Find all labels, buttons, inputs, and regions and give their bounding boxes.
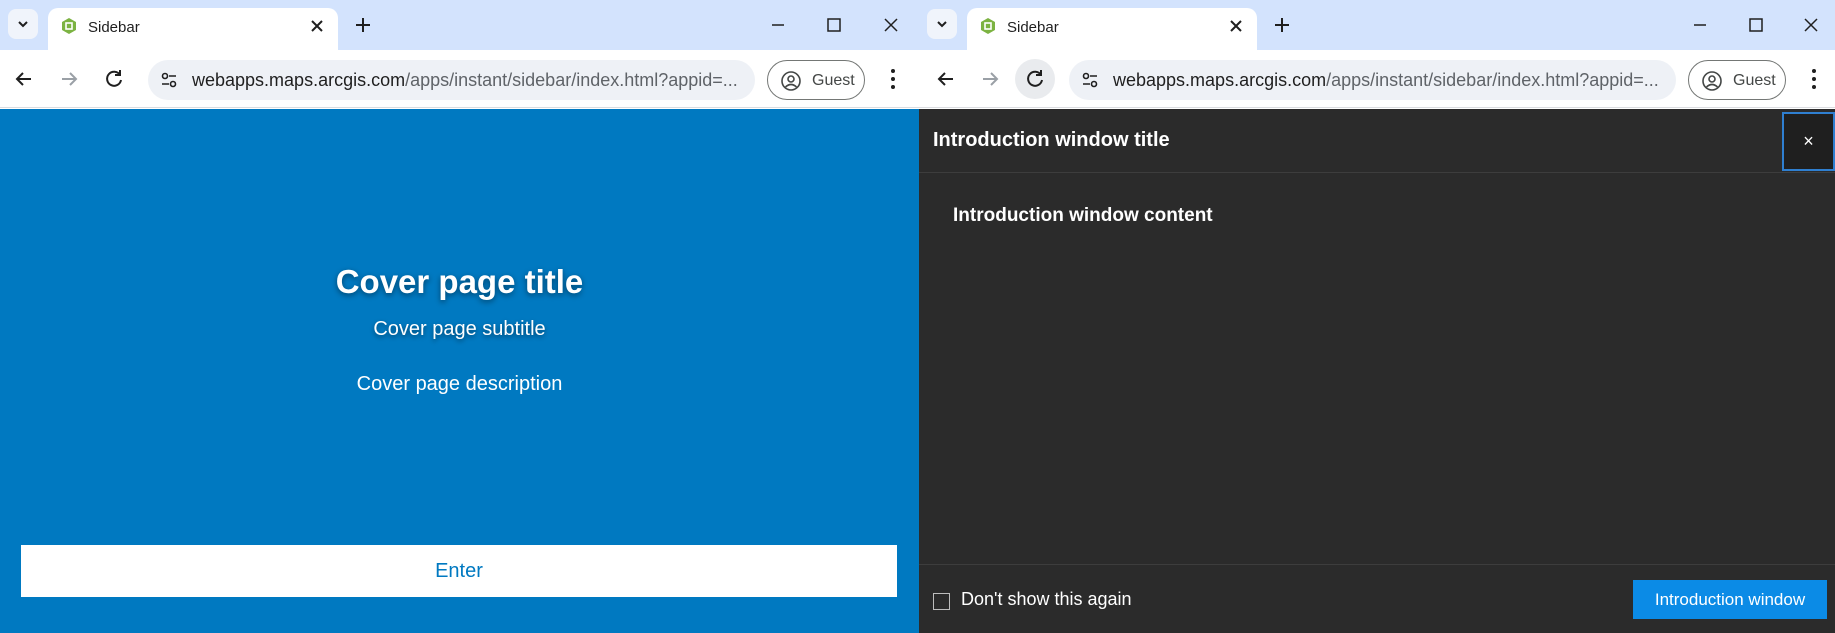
dont-show-again-label[interactable]: Don't show this again <box>961 589 1132 610</box>
enter-button[interactable]: Enter <box>21 545 897 597</box>
url-host: webapps.maps.arcgis.com <box>1113 70 1327 90</box>
browser-toolbar: webapps.maps.arcgis.com/apps/instant/sid… <box>919 50 1835 108</box>
modal-header: Introduction window title × <box>919 109 1835 173</box>
minimize-icon[interactable] <box>1689 14 1711 36</box>
kebab-menu-icon[interactable] <box>889 67 897 91</box>
left-browser-window: Sidebar webapps.maps.arcgis.com/apps/ins… <box>0 0 919 633</box>
url-text: webapps.maps.arcgis.com/apps/instant/sid… <box>192 70 738 91</box>
browser-toolbar: webapps.maps.arcgis.com/apps/instant/sid… <box>0 50 919 108</box>
tab-strip: Sidebar <box>919 0 1835 50</box>
reload-icon[interactable] <box>101 66 127 92</box>
profile-icon <box>1702 71 1722 91</box>
dont-show-again-checkbox[interactable] <box>933 593 950 610</box>
address-bar[interactable]: webapps.maps.arcgis.com/apps/instant/sid… <box>148 60 755 100</box>
url-path: /apps/instant/sidebar/index.html?appid=.… <box>1326 70 1659 90</box>
close-icon: × <box>1803 131 1814 151</box>
profile-label: Guest <box>1733 72 1776 89</box>
cover-page-title: Cover page title <box>335 263 584 300</box>
maximize-icon[interactable] <box>823 14 845 36</box>
chevron-down-icon <box>937 21 947 28</box>
tab-search-button[interactable] <box>8 9 38 39</box>
cover-page-subtitle: Cover page subtitle <box>373 318 546 340</box>
arcgis-favicon <box>981 18 995 34</box>
profile-icon <box>781 71 801 91</box>
tab-sidebar[interactable]: Sidebar <box>967 8 1257 50</box>
tab-sidebar[interactable]: Sidebar <box>48 8 338 50</box>
modal-close-button[interactable]: × <box>1782 112 1835 171</box>
modal-content: Introduction window content <box>953 205 1213 226</box>
site-settings-icon[interactable] <box>1081 71 1099 89</box>
modal-footer: Don't show this again Introduction windo… <box>919 564 1835 633</box>
forward-arrow-icon[interactable] <box>56 66 82 92</box>
profile-label: Guest <box>812 72 855 89</box>
reload-button[interactable] <box>1015 59 1055 99</box>
reload-icon <box>1027 70 1043 87</box>
window-close-icon[interactable] <box>880 14 902 36</box>
forward-arrow-icon[interactable] <box>977 66 1003 92</box>
window-close-icon[interactable] <box>1800 14 1822 36</box>
close-icon[interactable] <box>308 17 326 35</box>
back-arrow-icon[interactable] <box>11 66 37 92</box>
tab-search-button[interactable] <box>927 9 957 39</box>
chevron-down-icon <box>18 21 28 28</box>
right-browser-window: Sidebar webapps.maps.arcgis.com/apps/ins… <box>919 0 1835 633</box>
cover-page: Cover page title Cover page subtitle Cov… <box>0 109 919 633</box>
tab-strip: Sidebar <box>0 0 919 50</box>
maximize-icon[interactable] <box>1745 14 1767 36</box>
back-arrow-icon[interactable] <box>933 66 959 92</box>
plus-icon[interactable] <box>1271 14 1293 36</box>
kebab-menu-icon[interactable] <box>1810 67 1818 91</box>
modal-title: Introduction window title <box>933 129 1170 151</box>
introduction-window-button[interactable]: Introduction window <box>1633 580 1827 619</box>
url-path: /apps/instant/sidebar/index.html?appid=.… <box>405 70 738 90</box>
url-text: webapps.maps.arcgis.com/apps/instant/sid… <box>1113 70 1659 91</box>
site-settings-icon[interactable] <box>160 71 178 89</box>
profile-button[interactable]: Guest <box>1688 60 1786 100</box>
plus-icon[interactable] <box>352 14 374 36</box>
close-icon[interactable] <box>1227 17 1245 35</box>
minimize-icon[interactable] <box>767 14 789 36</box>
arcgis-favicon <box>62 18 76 34</box>
url-host: webapps.maps.arcgis.com <box>192 70 406 90</box>
address-bar[interactable]: webapps.maps.arcgis.com/apps/instant/sid… <box>1069 60 1676 100</box>
cover-page-description: Cover page description <box>356 373 563 395</box>
tab-title: Sidebar <box>1007 19 1059 36</box>
profile-button[interactable]: Guest <box>767 60 865 100</box>
introduction-window: Introduction window title × Introduction… <box>919 109 1835 633</box>
tab-title: Sidebar <box>88 19 140 36</box>
